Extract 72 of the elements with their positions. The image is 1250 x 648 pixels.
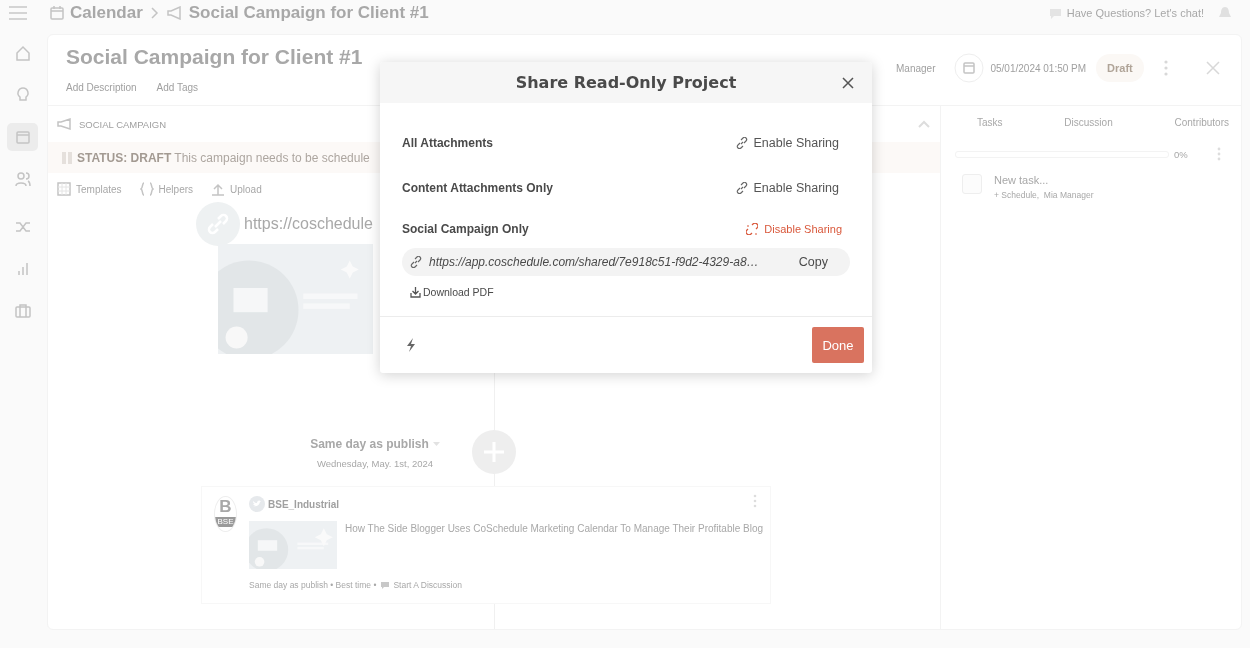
pause-icon bbox=[62, 151, 72, 164]
close-icon[interactable] bbox=[842, 77, 854, 89]
toolbar-button[interactable]: Helpers bbox=[139, 182, 194, 196]
project-title: Social Campaign for Client #1 bbox=[66, 45, 364, 69]
braces-icon bbox=[139, 182, 154, 196]
briefcase-icon bbox=[14, 303, 31, 319]
done-button[interactable]: Done bbox=[812, 327, 864, 363]
owner-name: Manager bbox=[896, 62, 936, 74]
share-url: https://app.coschedule.com/shared/7e918c51-f9d2-4329-a8… bbox=[429, 255, 760, 269]
enable-sharing-link[interactable]: Enable Sharing bbox=[735, 180, 839, 195]
link-icon bbox=[735, 181, 748, 194]
option-label: All Attachments bbox=[402, 135, 493, 150]
option-label: Content Attachments Only bbox=[402, 180, 553, 195]
avatar-caption: BSE bbox=[215, 517, 236, 527]
menu-icon[interactable] bbox=[8, 5, 28, 21]
download-icon bbox=[410, 286, 421, 298]
date-text: 05/01/2024 01:50 PM bbox=[990, 62, 1087, 74]
more-icon[interactable] bbox=[1163, 60, 1168, 76]
caret-down-icon bbox=[432, 441, 440, 447]
lightbulb-icon bbox=[14, 87, 31, 103]
link-icon bbox=[735, 136, 748, 149]
home-icon bbox=[14, 45, 31, 61]
share-url-field[interactable]: https://app.coschedule.com/shared/7e918c51-f9d2-4329-a8… Copy bbox=[402, 248, 850, 276]
download-pdf-link[interactable]: Download PDF bbox=[410, 286, 494, 298]
chat-bubble-icon bbox=[380, 580, 391, 590]
tab[interactable]: Discussion bbox=[1064, 117, 1113, 142]
breadcrumb-link[interactable]: Calendar bbox=[70, 3, 143, 23]
discussion-link[interactable]: Start A Discussion bbox=[393, 580, 462, 590]
enable-sharing-link[interactable]: Enable Sharing bbox=[735, 135, 839, 150]
status-pill[interactable]: Draft bbox=[1096, 54, 1144, 82]
broken-link-icon bbox=[746, 223, 759, 235]
calendar-icon bbox=[14, 129, 31, 145]
more-icon[interactable] bbox=[1217, 147, 1221, 161]
date-text: Wednesday, May. 1st, 2024 bbox=[316, 458, 434, 469]
post-text: How The Side Blogger Uses CoSchedule Marketing Calendar To Manage Their Profitable Blog bbox=[345, 522, 764, 536]
option-label: Social Campaign Only bbox=[402, 222, 529, 236]
calendar-icon[interactable] bbox=[954, 53, 985, 83]
task-meta: + Schedule, Mia Manager bbox=[994, 190, 1095, 200]
grid-icon bbox=[57, 182, 71, 196]
upload-icon bbox=[211, 182, 226, 196]
section-heading: SOCIAL CAMPAIGN bbox=[79, 118, 167, 130]
disable-sharing-link[interactable]: Disable Sharing bbox=[746, 223, 842, 235]
link-icon bbox=[410, 256, 422, 268]
tab[interactable]: Contributors bbox=[1174, 117, 1229, 142]
toolbar-button[interactable]: Templates bbox=[57, 182, 122, 196]
people-icon bbox=[14, 171, 31, 187]
nav-rail-item[interactable] bbox=[7, 123, 38, 151]
link[interactable]: Add Description bbox=[66, 82, 137, 93]
status-message: STATUS: DRAFT This campaign needs to be schedule bbox=[77, 150, 370, 165]
chevron-up-icon[interactable] bbox=[918, 120, 930, 128]
avatar-letter: B bbox=[219, 497, 232, 517]
task-input[interactable]: New task... bbox=[994, 174, 1194, 186]
bird-icon bbox=[249, 496, 265, 512]
breadcrumb-link[interactable]: Social Campaign for Client #1 bbox=[188, 3, 429, 23]
account-name: BSE_Industrial bbox=[268, 498, 340, 510]
megaphone-icon bbox=[57, 118, 73, 130]
chevron-right-icon bbox=[150, 7, 159, 19]
shuffle-icon bbox=[14, 219, 31, 235]
post-meta: Same day as publish • Best time • bbox=[249, 580, 377, 590]
dialog-title: Share Read-Only Project bbox=[515, 73, 737, 92]
chat-link[interactable]: Have Questions? Let's chat! bbox=[1066, 7, 1204, 19]
calendar-icon bbox=[50, 6, 64, 20]
megaphone-icon bbox=[166, 6, 183, 20]
link-url: https://coschedule bbox=[244, 215, 373, 233]
progress-percent: 0% bbox=[1174, 148, 1189, 160]
toolbar-button[interactable]: Upload bbox=[211, 182, 262, 196]
more-icon[interactable] bbox=[753, 494, 757, 508]
tab[interactable]: Tasks bbox=[977, 117, 1003, 142]
copy-button[interactable]: Copy bbox=[798, 255, 828, 269]
lightning-icon[interactable] bbox=[406, 338, 416, 352]
link[interactable]: Add Tags bbox=[156, 82, 199, 93]
timing-dropdown[interactable]: Same day as publish bbox=[310, 437, 429, 451]
